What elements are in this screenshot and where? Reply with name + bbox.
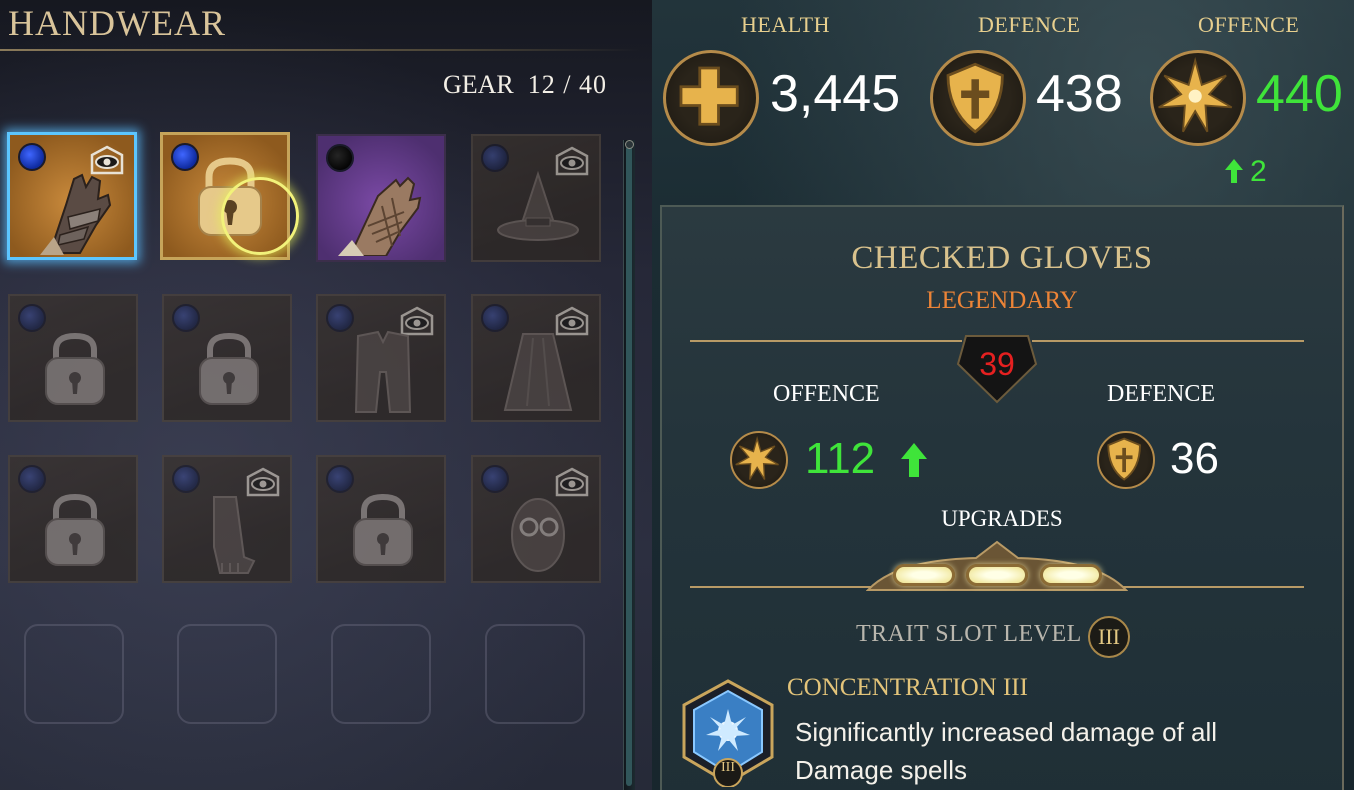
- defence-shield-icon: [930, 50, 1026, 146]
- offence-delta-value: 2: [1250, 155, 1267, 188]
- scrollbar-cap: [625, 140, 634, 149]
- inventory-slot-5[interactable]: [8, 294, 138, 422]
- inventory-slot-11[interactable]: [316, 455, 446, 583]
- scarf-icon: [213, 496, 256, 574]
- upgrade-slot-3: [1040, 564, 1102, 586]
- tunic-icon: [354, 330, 412, 413]
- inventory-slot-7[interactable]: [316, 294, 446, 422]
- item-defence-label: DEFENCE: [1107, 381, 1215, 407]
- upgrade-slot-2: [966, 564, 1028, 586]
- unlock-progress-ring: [221, 177, 299, 255]
- inventory-slot-16[interactable]: [485, 624, 585, 724]
- inventory-slot-8[interactable]: [471, 294, 601, 422]
- inventory-slot-14[interactable]: [177, 624, 277, 724]
- leather-gauntlet-icon: [40, 173, 112, 255]
- inventory-slot-2[interactable]: [160, 132, 299, 260]
- inventory-panel: HANDWEAR GEAR 12 / 40: [0, 0, 652, 790]
- upgrade-slot-1: [893, 564, 955, 586]
- gear-counter: GEAR 12 / 40: [443, 70, 607, 100]
- inventory-slot-13[interactable]: [24, 624, 124, 724]
- trait-name: CONCENTRATION III: [787, 674, 1028, 701]
- upgrades-label: UPGRADES: [941, 506, 1063, 531]
- glasses-mask-icon: [511, 498, 565, 572]
- scrollbar-thumb[interactable]: [626, 146, 632, 786]
- padlock-icon: [45, 332, 105, 405]
- offence-value: 440: [1256, 65, 1343, 123]
- padlock-icon: [353, 493, 413, 566]
- offence-label: OFFENCE: [1198, 12, 1300, 37]
- inventory-slot-15[interactable]: [331, 624, 431, 724]
- trait-slot-label: TRAIT SLOT LEVEL: [856, 621, 1082, 647]
- inventory-slot-10[interactable]: [162, 455, 292, 583]
- witch-hat-icon: [497, 170, 579, 241]
- divider-left: [690, 340, 962, 342]
- item-name: CHECKED GLOVES: [851, 240, 1153, 276]
- upgrades-divider-left: [690, 586, 878, 588]
- item-defence-shield-icon: [1097, 431, 1155, 489]
- defence-value: 438: [1036, 65, 1123, 123]
- health-label: HEALTH: [741, 12, 830, 37]
- item-offence-label: OFFENCE: [773, 381, 880, 407]
- offence-delta: 2: [1224, 155, 1267, 189]
- item-offence-star-icon: [730, 431, 788, 489]
- inventory-slot-3[interactable]: [316, 134, 446, 262]
- inventory-slot-9[interactable]: [8, 455, 138, 583]
- item-rarity: LEGENDARY: [926, 287, 1078, 314]
- gear-count-value: 12 / 40: [527, 70, 608, 99]
- offence-star-icon: [1150, 50, 1246, 146]
- category-title: HANDWEAR: [8, 3, 226, 43]
- item-level: 39: [979, 346, 1015, 382]
- gear-label: GEAR: [443, 70, 514, 99]
- inventory-slot-1[interactable]: [7, 132, 137, 260]
- increase-arrow-icon: [901, 443, 927, 477]
- trait-slot-level-badge: III: [1088, 616, 1130, 658]
- trait-description: Significantly increased damage of all Da…: [795, 717, 1218, 785]
- health-plus-icon: [663, 50, 759, 146]
- trait-badge-level: III: [721, 760, 735, 775]
- divider-right: [1032, 340, 1304, 342]
- inventory-slot-12[interactable]: [471, 455, 601, 583]
- padlock-icon: [199, 332, 259, 405]
- item-offence-value: 112: [805, 434, 876, 483]
- upgrades-divider-right: [1118, 586, 1304, 588]
- inventory-slot-4[interactable]: [471, 134, 601, 262]
- cloak-icon: [503, 333, 573, 411]
- defence-label: DEFENCE: [978, 12, 1081, 37]
- increase-arrow-icon: [1225, 159, 1243, 183]
- checked-glove-icon: [338, 176, 422, 256]
- item-defence-value: 36: [1170, 434, 1219, 483]
- health-value: 3,445: [770, 65, 901, 123]
- inventory-slot-6[interactable]: [162, 294, 292, 422]
- title-divider: [0, 49, 640, 51]
- padlock-icon: [45, 493, 105, 566]
